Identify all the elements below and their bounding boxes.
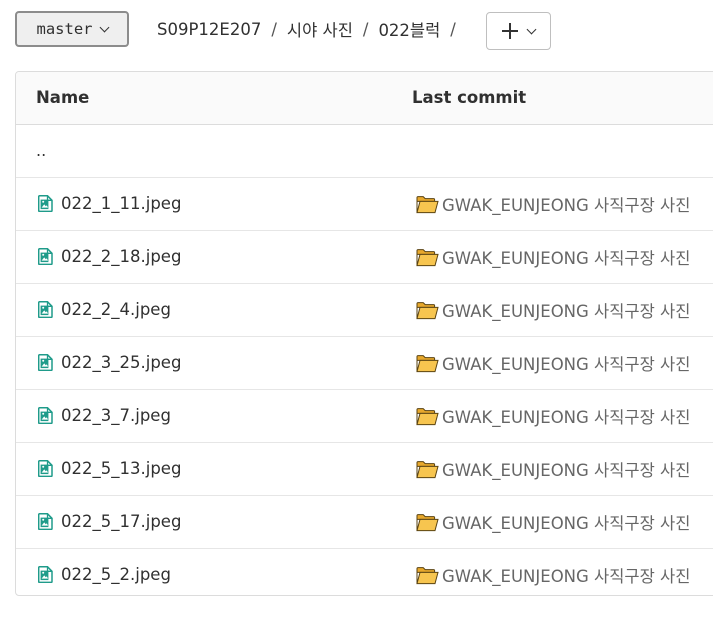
last-commit-cell[interactable]: GWAK_EUNJEONG 사직구장 사진 <box>416 496 690 548</box>
table-row[interactable]: 022_5_17.jpeg GWAK_EUNJEONG 사직구장 사진 <box>16 496 713 549</box>
table-row[interactable]: 022_1_11.jpeg GWAK_EUNJEONG 사직구장 사진 <box>16 178 713 231</box>
file-name-link[interactable]: 022_2_18.jpeg <box>61 231 181 283</box>
file-name-link[interactable]: 022_3_7.jpeg <box>61 390 171 442</box>
open-folder-icon <box>416 566 439 584</box>
repository-toolbar: master S09P12E207 / 시야 사진 / 022블럭 / <box>0 0 713 62</box>
last-commit-cell[interactable]: GWAK_EUNJEONG 사직구장 사진 <box>416 390 690 442</box>
open-folder-icon <box>416 407 439 425</box>
add-file-dropdown-button[interactable] <box>486 12 551 50</box>
image-file-icon <box>38 460 53 477</box>
image-file-icon <box>38 407 53 424</box>
table-row[interactable]: 022_2_4.jpeg GWAK_EUNJEONG 사직구장 사진 <box>16 284 713 337</box>
last-commit-cell[interactable]: GWAK_EUNJEONG 사직구장 사진 <box>416 549 691 595</box>
table-row[interactable]: 022_3_7.jpeg GWAK_EUNJEONG 사직구장 사진 <box>16 390 713 443</box>
image-file-icon <box>38 301 53 318</box>
last-commit-cell[interactable]: GWAK_EUNJEONG 사직구장 사진 <box>416 231 690 283</box>
last-commit-cell[interactable]: GWAK_EUNJEONG 사직구장 사진 <box>416 337 690 389</box>
breadcrumb-separator: / <box>450 19 456 39</box>
file-name-link[interactable]: 022_3_25.jpeg <box>61 337 181 389</box>
commit-message: GWAK_EUNJEONG 사직구장 사진 <box>442 196 691 215</box>
open-folder-icon <box>416 513 439 531</box>
branch-name: master <box>36 20 93 38</box>
table-row[interactable]: 022_5_2.jpeg GWAK_EUNJEONG 사직구장 사진 <box>16 549 713 595</box>
breadcrumb-current-folder[interactable]: 022블럭 <box>378 17 440 41</box>
breadcrumb: S09P12E207 / 시야 사진 / 022블럭 / <box>157 16 466 42</box>
image-file-icon <box>38 195 53 212</box>
open-folder-icon <box>416 195 439 213</box>
file-table: Name Last commit .. 022_1_11.jpeg GWAK_E… <box>15 71 713 596</box>
file-name-link[interactable]: 022_1_11.jpeg <box>61 178 181 230</box>
breadcrumb-project[interactable]: S09P12E207 <box>157 20 261 39</box>
image-file-icon <box>38 566 53 583</box>
chevron-down-icon <box>99 22 109 32</box>
commit-message: GWAK_EUNJEONG 사직구장 사진 <box>442 408 691 427</box>
commit-message: GWAK_EUNJEONG 사직구장 사진 <box>442 567 691 586</box>
column-header-name: Name <box>36 88 90 107</box>
file-name-link[interactable]: 022_2_4.jpeg <box>61 284 171 336</box>
column-header-last-commit: Last commit <box>412 88 527 107</box>
breadcrumb-separator: / <box>271 19 277 39</box>
open-folder-icon <box>416 301 439 319</box>
file-name-link[interactable]: 022_5_2.jpeg <box>61 549 171 595</box>
breadcrumb-separator: / <box>362 19 369 39</box>
table-header: Name Last commit <box>16 72 713 125</box>
file-rows: 022_1_11.jpeg GWAK_EUNJEONG 사직구장 사진 022_… <box>16 178 713 595</box>
parent-directory-row[interactable]: .. <box>16 125 713 178</box>
table-row[interactable]: 022_2_18.jpeg GWAK_EUNJEONG 사직구장 사진 <box>16 231 713 284</box>
last-commit-cell[interactable]: GWAK_EUNJEONG 사직구장 사진 <box>416 284 690 336</box>
image-file-icon <box>38 513 53 530</box>
plus-icon <box>502 23 518 39</box>
last-commit-cell[interactable]: GWAK_EUNJEONG 사직구장 사진 <box>416 178 690 230</box>
commit-message: GWAK_EUNJEONG 사직구장 사진 <box>442 302 691 321</box>
parent-directory-link[interactable]: .. <box>36 125 46 177</box>
table-row[interactable]: 022_5_13.jpeg GWAK_EUNJEONG 사직구장 사진 <box>16 443 713 496</box>
chevron-down-icon <box>526 24 537 34</box>
open-folder-icon <box>416 354 439 372</box>
branch-selector-button[interactable]: master <box>15 11 129 47</box>
file-name-link[interactable]: 022_5_13.jpeg <box>61 443 181 495</box>
commit-message: GWAK_EUNJEONG 사직구장 사진 <box>442 249 691 268</box>
open-folder-icon <box>416 460 439 478</box>
table-row[interactable]: 022_3_25.jpeg GWAK_EUNJEONG 사직구장 사진 <box>16 337 713 390</box>
last-commit-cell[interactable]: GWAK_EUNJEONG 사직구장 사진 <box>416 443 690 495</box>
commit-message: GWAK_EUNJEONG 사직구장 사진 <box>442 461 691 480</box>
commit-message: GWAK_EUNJEONG 사직구장 사진 <box>442 514 691 533</box>
open-folder-icon <box>416 248 439 266</box>
image-file-icon <box>38 354 53 371</box>
image-file-icon <box>38 248 53 265</box>
breadcrumb-folder[interactable]: 시야 사진 <box>287 17 353 41</box>
file-name-link[interactable]: 022_5_17.jpeg <box>61 496 181 548</box>
commit-message: GWAK_EUNJEONG 사직구장 사진 <box>442 355 691 374</box>
